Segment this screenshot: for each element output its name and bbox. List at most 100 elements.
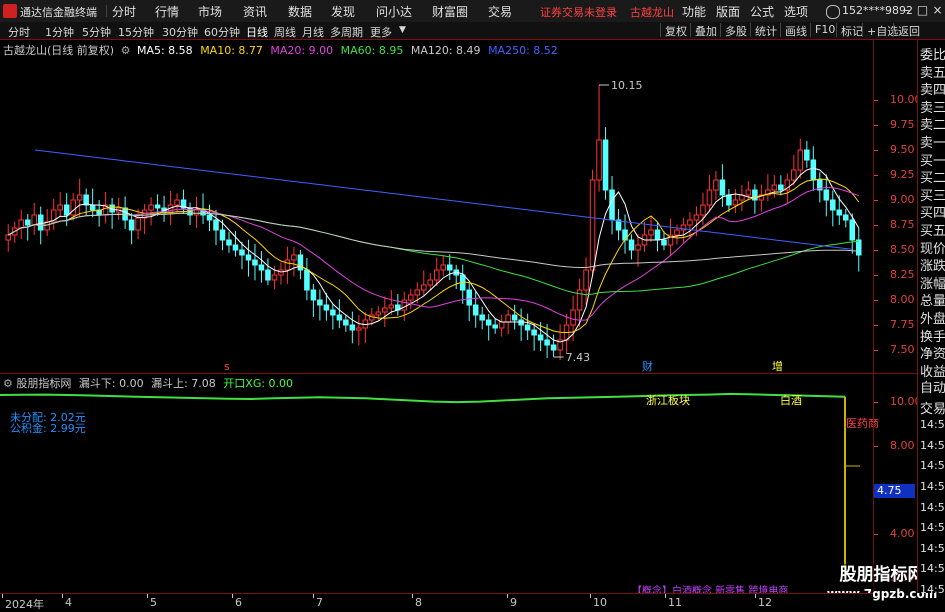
close-icon[interactable]: × bbox=[930, 3, 945, 18]
menu-item-gongneng[interactable]: 功能 bbox=[682, 3, 706, 20]
candle-body bbox=[609, 189, 615, 221]
maximize-icon[interactable]: □ bbox=[915, 3, 930, 18]
menu-item-shichang[interactable]: 市场 bbox=[198, 3, 222, 20]
candle-body bbox=[524, 324, 531, 331]
app-logo-icon bbox=[3, 4, 17, 18]
date-tick-label: 8 bbox=[415, 596, 422, 609]
sidebar-item: 外盘 bbox=[920, 312, 945, 327]
candle-body bbox=[18, 219, 25, 229]
period-fenshi[interactable]: 分时 bbox=[8, 24, 30, 40]
period-multi[interactable]: 多周期 bbox=[330, 24, 363, 40]
candle-body bbox=[440, 264, 447, 271]
mark-button[interactable]: 标记 bbox=[836, 23, 863, 38]
price-tick-mark bbox=[874, 175, 878, 176]
candle-body bbox=[5, 234, 12, 241]
candle-body bbox=[842, 214, 849, 221]
high-label: 10.15 bbox=[611, 79, 643, 92]
period-1min[interactable]: 1分钟 bbox=[45, 24, 74, 40]
candle-body bbox=[375, 311, 382, 316]
chevron-down-icon[interactable]: ▼ bbox=[399, 25, 406, 35]
back-button[interactable]: 返回 bbox=[893, 23, 920, 37]
candle-body bbox=[37, 214, 44, 231]
period-weekly[interactable]: 周线 bbox=[274, 24, 296, 40]
candlestick-chart[interactable]: 10.15 7.43 s 财 增 bbox=[0, 40, 873, 373]
candle-body bbox=[420, 284, 427, 291]
menu-item-wenxiaoda[interactable]: 问小达 bbox=[376, 3, 412, 20]
candle-body bbox=[485, 319, 492, 326]
sidebar-item: 14:56 bbox=[920, 480, 945, 493]
candle-body bbox=[258, 264, 265, 271]
fuquan-button[interactable]: 复权 bbox=[660, 23, 687, 38]
period-more[interactable]: 更多 bbox=[370, 24, 392, 40]
price-tick-mark bbox=[874, 300, 878, 301]
menu-item-jiaoyi[interactable]: 交易 bbox=[488, 3, 512, 20]
candle-body bbox=[310, 289, 317, 301]
menu-item-caifuquan[interactable]: 财富圈 bbox=[432, 3, 468, 20]
candle-body bbox=[648, 229, 654, 236]
menu-item-faxian[interactable]: 发现 bbox=[331, 3, 355, 20]
sidebar-item: 买一 bbox=[920, 153, 945, 169]
price-tick-label: 9.75 bbox=[890, 118, 915, 131]
candle-body bbox=[433, 269, 440, 281]
indicator-chart[interactable] bbox=[0, 374, 873, 593]
sidebar-item: 14:56 bbox=[920, 438, 945, 452]
period-60min[interactable]: 60分钟 bbox=[204, 24, 240, 40]
candle-body bbox=[330, 309, 336, 316]
candle-body bbox=[492, 324, 498, 329]
candle-body bbox=[687, 219, 693, 226]
user-icon[interactable] bbox=[826, 5, 840, 19]
login-warning[interactable]: 证券交易未登录 bbox=[540, 4, 617, 20]
multi-stock-button[interactable]: 多股 bbox=[720, 23, 747, 38]
period-daily[interactable]: 日线 bbox=[246, 24, 268, 40]
candle-body bbox=[63, 204, 70, 216]
minimize-icon[interactable]: – bbox=[900, 3, 915, 18]
sidebar-item[interactable]: 自动 bbox=[920, 377, 945, 396]
candle-body bbox=[804, 149, 810, 161]
menu-item-hangqing[interactable]: 行情 bbox=[155, 3, 179, 20]
ma20-line bbox=[7, 186, 859, 321]
candle-body bbox=[498, 321, 505, 329]
candle-body bbox=[297, 254, 304, 271]
menu-item-fenshi[interactable]: 分时 bbox=[112, 3, 136, 20]
candle-body bbox=[135, 217, 141, 231]
period-15min[interactable]: 15分钟 bbox=[118, 24, 154, 40]
date-tick-label: 5 bbox=[150, 596, 157, 609]
price-tick-mark bbox=[874, 200, 878, 201]
f10-button[interactable]: F10 bbox=[810, 23, 835, 37]
draw-line-button[interactable]: 画线 bbox=[780, 23, 807, 38]
menu-item-banmian[interactable]: 版面 bbox=[716, 3, 740, 20]
period-30min[interactable]: 30分钟 bbox=[162, 24, 198, 40]
candle-body bbox=[252, 259, 258, 266]
date-tick-mark bbox=[147, 594, 148, 598]
menu-item-shuju[interactable]: 数据 bbox=[288, 3, 312, 20]
price-tick-label: 7.50 bbox=[890, 343, 915, 356]
date-tick-label: 7 bbox=[316, 596, 323, 609]
candle-body bbox=[537, 334, 544, 341]
date-tick-label: 6 bbox=[235, 596, 242, 609]
candle-body bbox=[583, 269, 589, 291]
candle-body bbox=[622, 229, 628, 241]
stock-name-title: 古越龙山 bbox=[630, 6, 674, 19]
price-tick-label: 8.75 bbox=[890, 218, 915, 231]
candle-body bbox=[323, 304, 330, 311]
candle-body bbox=[76, 194, 83, 201]
candle-body bbox=[70, 199, 76, 216]
menu-item-zixun[interactable]: 资讯 bbox=[243, 3, 267, 20]
candle-body bbox=[265, 269, 271, 281]
candle-body bbox=[550, 344, 557, 351]
candle-body bbox=[284, 259, 291, 271]
candle-body bbox=[771, 184, 778, 191]
menu-item-gongshi[interactable]: 公式 bbox=[750, 3, 774, 20]
price-tick-mark bbox=[874, 350, 878, 351]
period-5min[interactable]: 5分钟 bbox=[82, 24, 111, 40]
candle-body bbox=[414, 289, 421, 296]
period-monthly[interactable]: 月线 bbox=[302, 24, 324, 40]
overlay-button[interactable]: 叠加 bbox=[690, 23, 717, 38]
app-title: 通达信金融终端 bbox=[20, 6, 97, 19]
candle-body bbox=[31, 214, 37, 226]
candle-body bbox=[24, 219, 31, 226]
candle-body bbox=[232, 244, 239, 251]
menu-item-xuanxiang[interactable]: 选项 bbox=[784, 3, 808, 20]
statistics-button[interactable]: 统计 bbox=[750, 23, 777, 38]
sidebar-item[interactable]: 交易 bbox=[920, 398, 945, 417]
